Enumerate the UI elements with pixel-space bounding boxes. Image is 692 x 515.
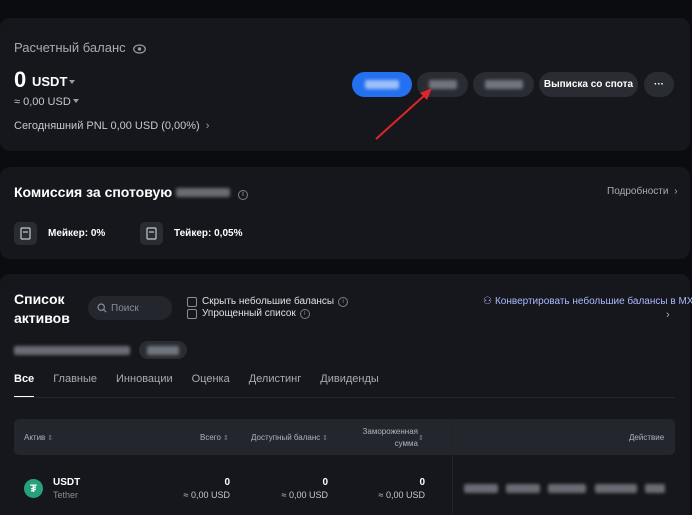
available-value: 0: [322, 477, 328, 488]
tab-dividends[interactable]: Дивиденды: [320, 373, 379, 398]
tab-main[interactable]: Главные: [53, 373, 97, 398]
balance-title: Расчетный баланс: [14, 40, 147, 57]
info-icon[interactable]: i: [338, 297, 349, 307]
column-action: Действие: [629, 433, 665, 442]
fee-title: Комиссия за спотовую i: [14, 184, 249, 200]
pnl-link[interactable]: Сегодняшний PNL 0,00 USD (0,00%) ›: [14, 120, 209, 132]
column-total[interactable]: Всего ⇕: [200, 433, 229, 442]
tab-all[interactable]: Все: [14, 373, 35, 398]
column-frozen[interactable]: Замороженная сумма: [360, 426, 418, 450]
more-button[interactable]: ···: [644, 72, 674, 97]
sort-icon: ⇕: [47, 435, 54, 442]
info-icon[interactable]: i: [299, 309, 310, 319]
chevron-down-icon: [72, 99, 79, 103]
simple-list-label[interactable]: Упрощенный список i: [202, 308, 310, 319]
details-link[interactable]: Подробности ›: [607, 186, 678, 197]
column-available[interactable]: Доступный баланс ⇕: [251, 433, 328, 442]
column-available-label: Доступный баланс: [251, 433, 321, 442]
transfer-button[interactable]: [473, 72, 534, 97]
search-icon: [97, 303, 107, 313]
simple-list-checkbox[interactable]: [187, 309, 197, 319]
available-usd: ≈ 0,00 USD: [281, 490, 328, 500]
asset-symbol: USDT: [53, 477, 81, 488]
tab-evaluation[interactable]: Оценка: [192, 373, 230, 398]
chevron-down-icon: [69, 80, 76, 84]
obscured-badge[interactable]: [139, 341, 187, 359]
chevron-right-icon: ›: [674, 186, 678, 197]
search-placeholder: Поиск: [111, 302, 139, 314]
sort-icon[interactable]: ⇕: [416, 433, 424, 442]
table-header: Актив ⇕ Всего ⇕ Доступный баланс ⇕ Замороже…: [14, 419, 675, 455]
convert-text: Конвертировать небольшие балансы в MX: [494, 296, 692, 307]
action-link[interactable]: [548, 484, 586, 493]
total-value: 0: [224, 477, 230, 488]
spot-statement-button[interactable]: Выписка со спота: [539, 72, 638, 97]
tab-innovations[interactable]: Инновации: [116, 373, 173, 398]
tabs-divider: [14, 397, 675, 398]
maker-icon: [14, 222, 37, 245]
balance-card: Расчетный баланс 0 USDT ≈ 0,00 USD Сегод…: [0, 18, 690, 151]
tab-delisting[interactable]: Делистинг: [249, 373, 302, 398]
obscured-label: [14, 346, 130, 355]
balance-title-text: Расчетный баланс: [14, 40, 126, 55]
column-frozen-label: Замороженная сумма: [362, 427, 418, 448]
usdt-logo-icon: ₮: [24, 479, 43, 498]
sort-icon: ⇕: [322, 435, 329, 442]
assets-title: Список активов: [14, 291, 70, 326]
action-link[interactable]: [645, 484, 665, 493]
convert-icon: ⚇: [483, 296, 492, 307]
maker-fee: Мейкер: 0%: [48, 228, 106, 239]
action-link[interactable]: [506, 484, 540, 493]
column-asset[interactable]: Актив ⇕: [24, 433, 53, 442]
simple-list-text: Упрощенный список: [202, 308, 296, 319]
asset-tabs: Все Главные Инновации Оценка Делистинг Д…: [14, 373, 379, 398]
frozen-usd: ≈ 0,00 USD: [378, 490, 425, 500]
obscured-label: [147, 345, 179, 355]
convert-small-balances-link[interactable]: ⚇ Конвертировать небольшие балансы в MX: [483, 296, 692, 307]
details-text: Подробности: [607, 186, 669, 197]
balance-usd-select[interactable]: ≈ 0,00 USD: [14, 96, 79, 108]
fee-card: Комиссия за спотовую i Подробности › Мей…: [0, 167, 690, 259]
chevron-right-icon[interactable]: ›: [666, 309, 670, 321]
action-divider: [452, 419, 453, 515]
currency-select[interactable]: USDT: [32, 74, 76, 89]
asset-name: Tether: [53, 490, 79, 500]
taker-icon: [140, 222, 163, 245]
balance-usd-label: ≈ 0,00 USD: [14, 96, 71, 108]
action-link[interactable]: [464, 484, 498, 493]
obscured-label: [176, 188, 231, 197]
assets-card: Список активов Поиск Скрыть небольшие ба…: [0, 274, 692, 515]
fee-title-text: Комиссия за спотовую: [14, 184, 173, 200]
chevron-right-icon: ›: [205, 120, 210, 132]
sort-icon: ⇕: [222, 435, 229, 442]
search-input[interactable]: Поиск: [88, 296, 172, 320]
eye-icon[interactable]: [133, 42, 147, 57]
hide-small-label[interactable]: Скрыть небольшие балансы i: [202, 296, 349, 307]
column-total-label: Всего: [200, 433, 221, 442]
frozen-value: 0: [419, 477, 425, 488]
total-usd: ≈ 0,00 USD: [183, 490, 230, 500]
taker-fee: Тейкер: 0,05%: [174, 228, 243, 239]
action-link[interactable]: [595, 484, 637, 493]
hide-small-checkbox[interactable]: [187, 297, 197, 307]
obscured-label: [484, 80, 523, 89]
pnl-text: Сегодняшний PNL 0,00 USD (0,00%): [14, 120, 200, 132]
column-asset-label: Актив: [24, 433, 46, 442]
currency-label: USDT: [32, 74, 68, 89]
annotation-arrow-icon: [375, 88, 432, 140]
info-icon[interactable]: i: [238, 190, 249, 200]
balance-amount: 0: [14, 67, 27, 92]
hide-small-text: Скрыть небольшие балансы: [202, 296, 335, 307]
